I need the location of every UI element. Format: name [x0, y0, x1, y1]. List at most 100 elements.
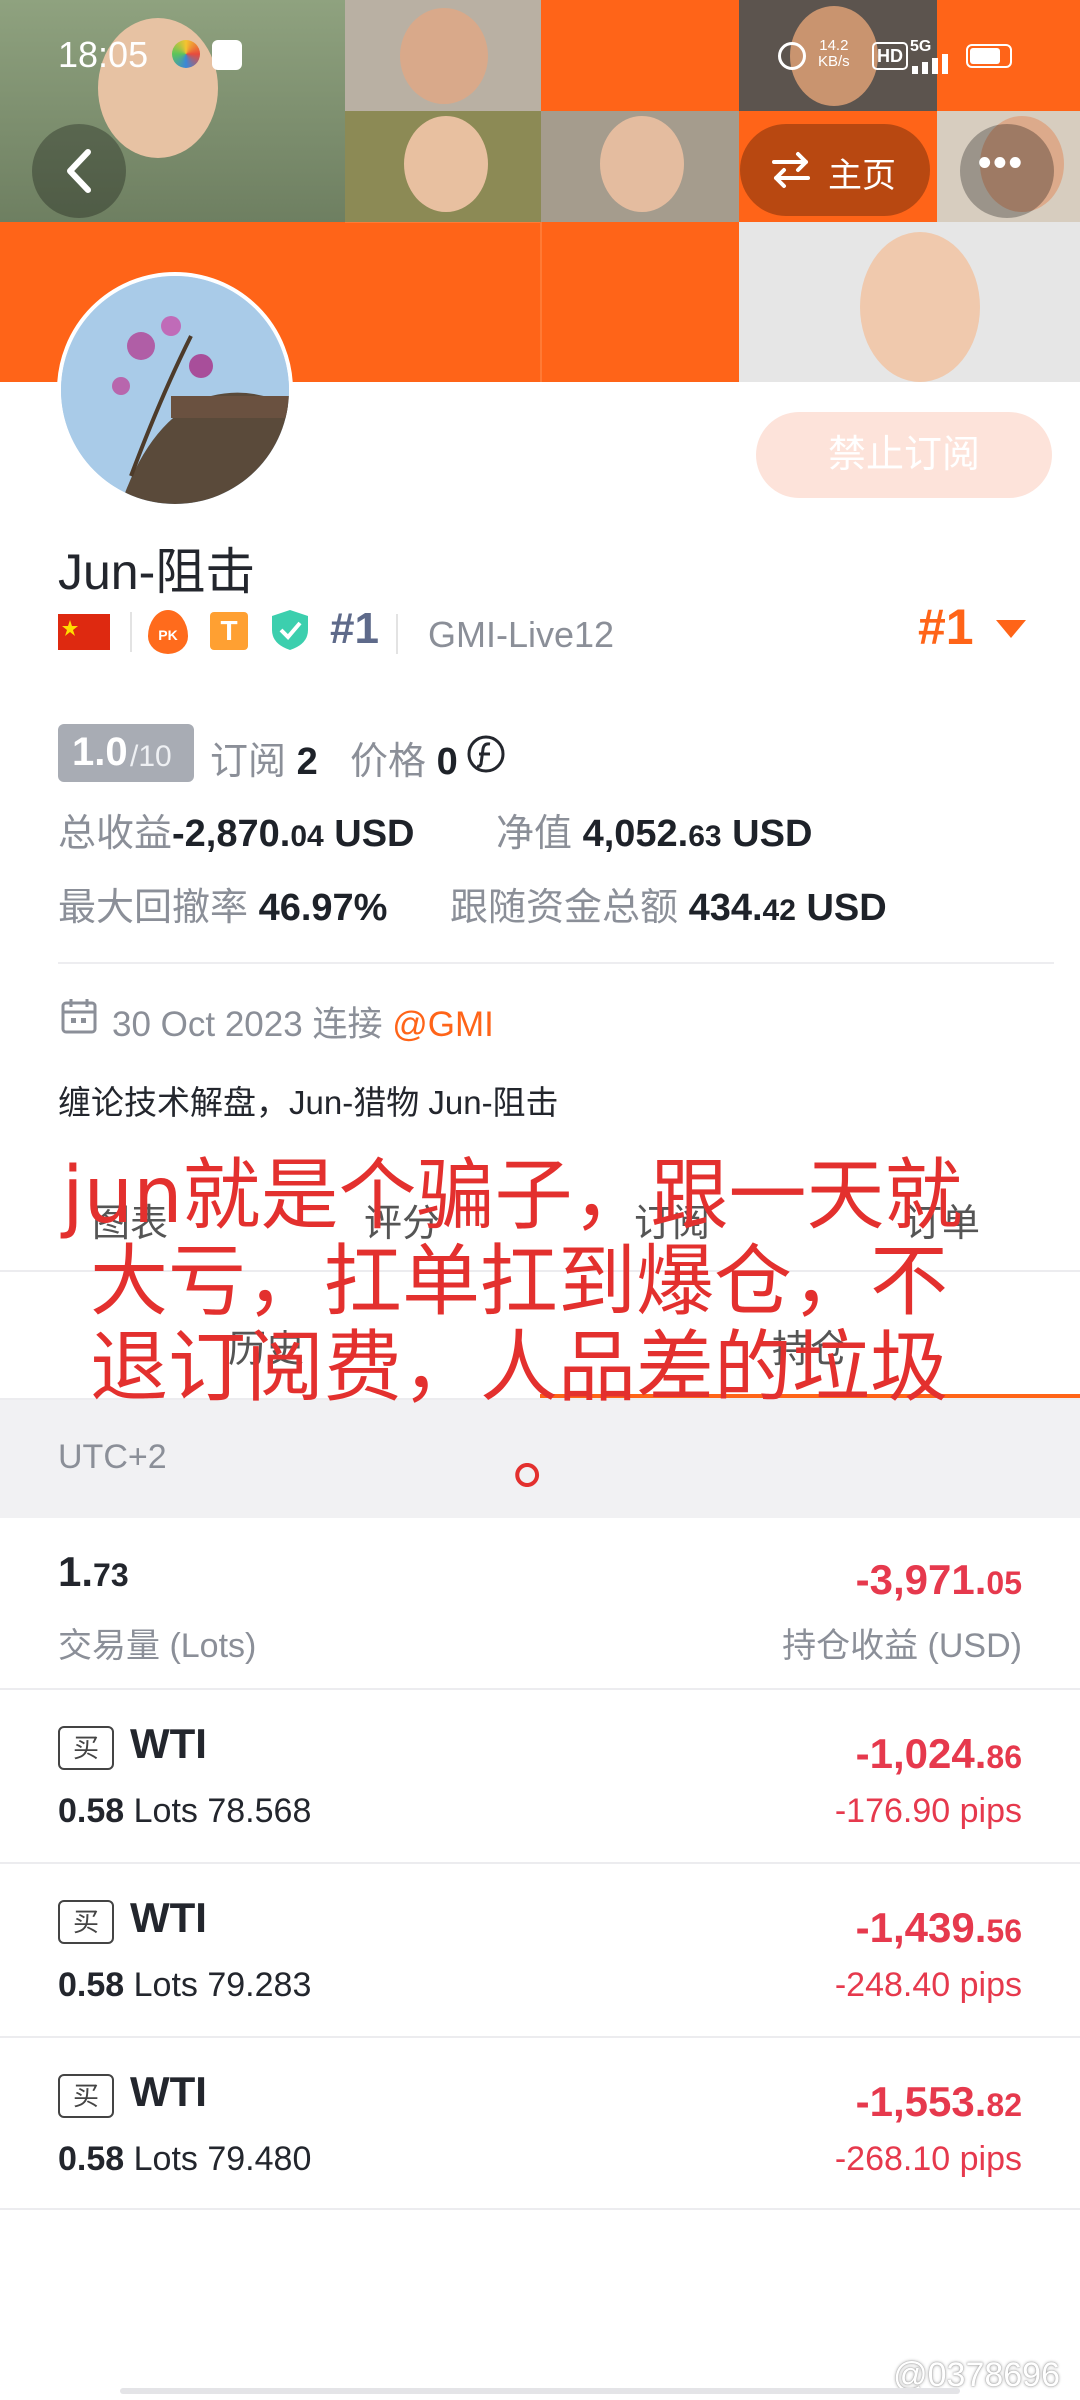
order-symbol: WTI	[130, 1894, 207, 1941]
net-value-label: 净值	[496, 813, 573, 855]
order-lots-unit: Lots	[133, 1792, 198, 1830]
position-profit-value: -3,971.05	[856, 1556, 1022, 1604]
rank-label: #1	[330, 604, 379, 653]
home-button[interactable]: 主页	[740, 124, 930, 216]
connection-date: 30 Oct 2023	[112, 1005, 303, 1044]
ban-subscribe-button[interactable]: 禁止订阅	[756, 412, 1052, 498]
timezone-label: UTC+2	[58, 1438, 167, 1476]
section-divider	[58, 962, 1054, 964]
follow-funds-label: 跟随资金总额	[450, 887, 679, 929]
subscribe-count: 2	[296, 741, 318, 783]
order-lots-unit: Lots	[133, 2140, 198, 2178]
order-pnl-main: -1,553.	[855, 2078, 987, 2125]
banner-face	[400, 8, 488, 104]
network-speed: 14.2 KB/s	[818, 38, 850, 70]
order-pips: -268.10 pips	[834, 2140, 1022, 2178]
order-pnl-decimal: 82	[986, 2087, 1022, 2123]
trader-name: Jun-阻击	[58, 544, 256, 600]
follow-funds-unit: USD	[806, 887, 887, 929]
max-drawdown-label: 最大回撤率	[58, 887, 249, 929]
connection-label: 连接	[312, 1005, 383, 1044]
overlay-comment-line: 。	[512, 1411, 591, 1501]
order-pnl-decimal: 56	[986, 1913, 1022, 1949]
broker-link[interactable]: @GMI	[392, 1005, 494, 1044]
order-details: 0.58 Lots 79.480	[58, 2140, 311, 2179]
order-row[interactable]: 买 WTI 0.58 Lots 79.480 -1,553.82 -268.10…	[0, 2038, 1080, 2210]
more-button[interactable]: •••	[960, 124, 1054, 218]
battery-icon	[966, 44, 1012, 68]
back-button[interactable]	[32, 124, 126, 218]
subscribe-stat: 订阅 2	[210, 730, 318, 785]
order-divider	[0, 2208, 1080, 2210]
order-lots-unit: Lots	[133, 1966, 198, 2004]
position-profit-label: 持仓收益 (USD)	[782, 1627, 1022, 1665]
position-profit-decimal: 05	[986, 1565, 1022, 1601]
net-value-unit: USD	[732, 813, 813, 855]
price-label: 价格	[350, 741, 427, 783]
order-price: 79.283	[207, 1966, 312, 2004]
order-details: 0.58 Lots 78.568	[58, 1792, 311, 1831]
order-row[interactable]: 买 WTI 0.58 Lots 79.283 -1,439.56 -248.40…	[0, 1864, 1080, 2036]
rank-dropdown[interactable]: #1	[918, 598, 974, 656]
buy-tag: 买	[58, 2074, 114, 2118]
pk-badge-icon: PK	[148, 610, 188, 654]
total-profit-unit: USD	[334, 813, 415, 855]
banner-face	[404, 116, 488, 212]
gesture-bar	[120, 2388, 960, 2394]
order-lots: 0.58	[58, 1792, 125, 1830]
follow-funds-stat: 跟随资金总额 434.42 USD	[450, 876, 887, 931]
order-row[interactable]: 买 WTI 0.58 Lots 78.568 -1,024.86 -176.90…	[0, 1690, 1080, 1862]
order-pips: -176.90 pips	[834, 1792, 1022, 1830]
total-profit-decimal: 04	[290, 820, 324, 853]
net-value-value: 4,052.	[582, 813, 689, 855]
app-icon	[212, 40, 242, 70]
banner-face	[600, 116, 684, 212]
order-lots: 0.58	[58, 2140, 125, 2178]
follow-funds-value: 434.	[688, 887, 763, 929]
alarm-icon	[778, 42, 806, 70]
chevron-left-icon	[67, 149, 91, 193]
avatar[interactable]	[57, 272, 293, 508]
max-drawdown-stat: 最大回撤率 46.97%	[58, 876, 387, 931]
follow-funds-decimal: 42	[762, 894, 796, 927]
caret-down-icon[interactable]	[994, 618, 1028, 640]
server-label: GMI-Live12	[428, 614, 615, 655]
order-pnl: -1,553.82	[856, 2078, 1022, 2126]
overlay-comment-line: 退订阅费，人品差的垃圾	[90, 1323, 949, 1413]
order-lots: 0.58	[58, 1966, 125, 2004]
app-icon	[172, 40, 200, 68]
order-pnl: -1,439.56	[856, 1904, 1022, 1952]
overlay-comment-line: 大亏，扛单扛到爆仓，不	[90, 1237, 949, 1327]
volume-main: 1.	[58, 1548, 94, 1595]
coin-icon	[467, 735, 505, 773]
connection-info: 30 Oct 2023 连接 @GMI	[112, 996, 494, 1047]
volume-decimal: 73	[93, 1557, 129, 1593]
order-pnl-decimal: 86	[986, 1739, 1022, 1775]
price-value: 0	[436, 741, 458, 783]
order-symbol: WTI	[130, 1720, 207, 1767]
avatar-image	[61, 276, 289, 504]
verified-shield-icon	[272, 610, 308, 650]
position-profit-main: -3,971.	[855, 1556, 987, 1603]
total-profit-label: 总收益	[58, 813, 173, 855]
subscribe-label: 订阅	[210, 741, 287, 783]
trader-badge-icon: T	[210, 612, 248, 650]
volume-label: 交易量 (Lots)	[58, 1627, 257, 1665]
badge-divider	[130, 612, 132, 652]
home-button-label: 主页	[828, 157, 896, 195]
order-pips: -248.40 pips	[834, 1966, 1022, 2004]
order-pnl-main: -1,439.	[855, 1904, 987, 1951]
signal-icon	[912, 54, 948, 74]
order-details: 0.58 Lots 79.283	[58, 1966, 311, 2005]
buy-tag: 买	[58, 1726, 114, 1770]
score-max: /10	[130, 740, 172, 773]
china-flag-icon	[58, 614, 110, 650]
total-profit-stat: 总收益-2,870.04 USD	[58, 802, 415, 857]
trader-description: 缠论技术解盘，Jun-猎物 Jun-阻击	[58, 1084, 559, 1121]
calendar-icon	[61, 999, 97, 1034]
swap-icon	[772, 152, 810, 188]
badge-divider	[396, 614, 398, 654]
order-pnl-main: -1,024.	[855, 1730, 987, 1777]
hd-indicator: HD	[872, 42, 908, 70]
score-value: 1.0	[72, 730, 128, 774]
